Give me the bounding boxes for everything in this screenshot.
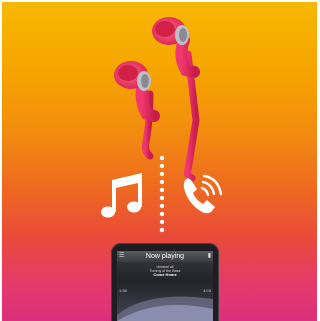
image-frame: ☰ Now playing ▮ Unravel all Tommy of the… [0,0,319,321]
track-title: Come Home [153,272,177,277]
device-icon: ▮ [207,253,211,259]
product-poster: ☰ Now playing ▮ Unravel all Tommy of the… [2,2,317,321]
album-art-wave [117,296,213,321]
smartphone-icon: ☰ Now playing ▮ Unravel all Tommy of the… [111,243,219,321]
phone-screen: ☰ Now playing ▮ Unravel all Tommy of the… [117,251,213,321]
music-note-icon [101,173,142,218]
dotted-divider [159,155,165,233]
phone-call-icon [183,174,223,214]
now-playing-bar: ☰ Now playing ▮ [117,251,213,262]
menu-icon: ☰ [119,253,125,259]
now-playing-title: Now playing [145,253,185,260]
earphones-icon [114,17,200,182]
